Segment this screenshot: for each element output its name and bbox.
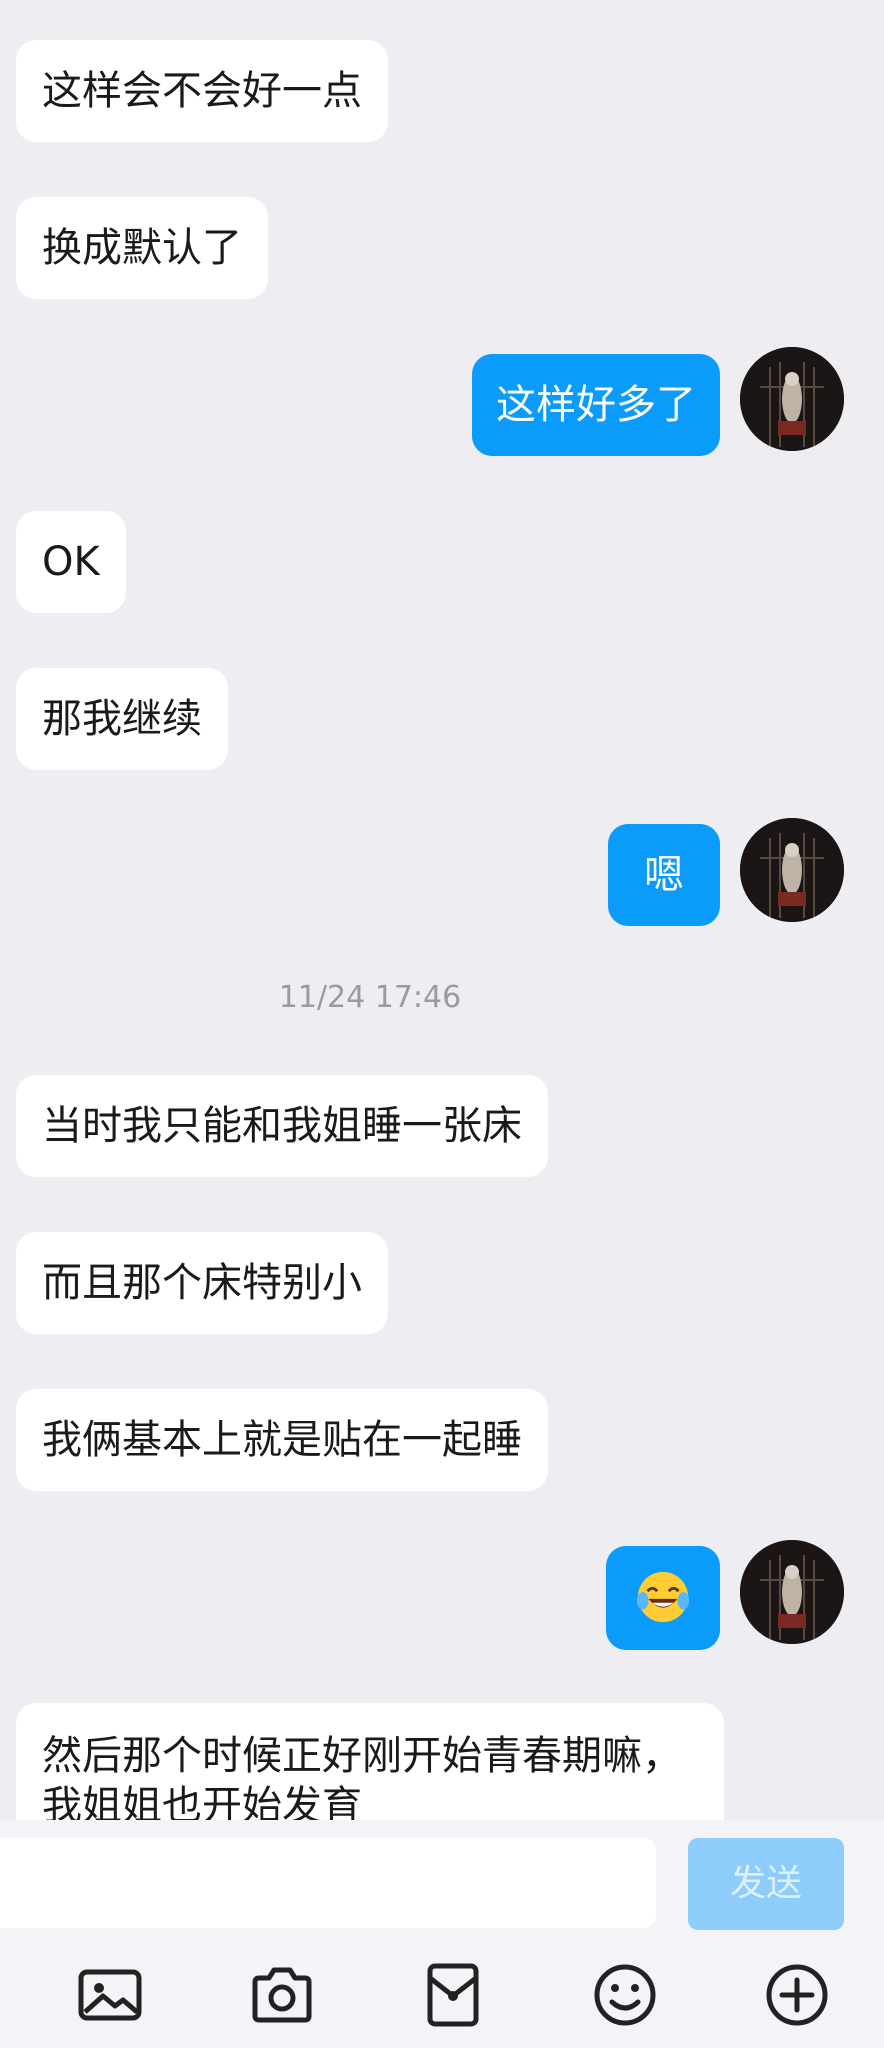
- my-avatar[interactable]: [740, 347, 844, 451]
- incoming-message[interactable]: 换成默认了: [16, 197, 268, 299]
- input-toolbar: [0, 1940, 884, 2048]
- incoming-message[interactable]: 那我继续: [16, 668, 228, 770]
- incoming-message[interactable]: 我俩基本上就是贴在一起睡: [16, 1389, 548, 1491]
- my-avatar[interactable]: [740, 818, 844, 922]
- my-avatar[interactable]: [740, 1540, 844, 1644]
- outgoing-message[interactable]: 这样好多了: [472, 354, 720, 456]
- camera-icon[interactable]: [247, 1960, 317, 2030]
- image-icon[interactable]: [75, 1960, 145, 2030]
- incoming-message[interactable]: 然后那个时候正好刚开始青春期嘛，我姐姐也开始发育: [16, 1703, 724, 1820]
- emoji-icon[interactable]: [590, 1960, 660, 2030]
- incoming-message[interactable]: 当时我只能和我姐睡一张床: [16, 1075, 548, 1177]
- incoming-message[interactable]: 这样会不会好一点: [16, 40, 388, 142]
- red-packet-icon[interactable]: [418, 1960, 488, 2030]
- add-icon[interactable]: [762, 1960, 832, 2030]
- message-input[interactable]: [0, 1838, 656, 1928]
- input-bar: 发送: [0, 1820, 884, 1940]
- send-button[interactable]: 发送: [688, 1838, 844, 1930]
- message-timestamp: 11/24 17:46: [278, 980, 462, 1015]
- outgoing-message[interactable]: 嗯: [608, 824, 720, 926]
- incoming-message[interactable]: 而且那个床特别小: [16, 1232, 388, 1334]
- tears-of-joy-emoji-icon: [636, 1571, 690, 1623]
- incoming-message[interactable]: OK: [16, 511, 126, 613]
- chat-area[interactable]: 这样会不会好一点 换成默认了 这样好多了 OK 那我继续 嗯 11/24 17:…: [0, 0, 884, 1820]
- outgoing-emoji-message[interactable]: [606, 1546, 720, 1650]
